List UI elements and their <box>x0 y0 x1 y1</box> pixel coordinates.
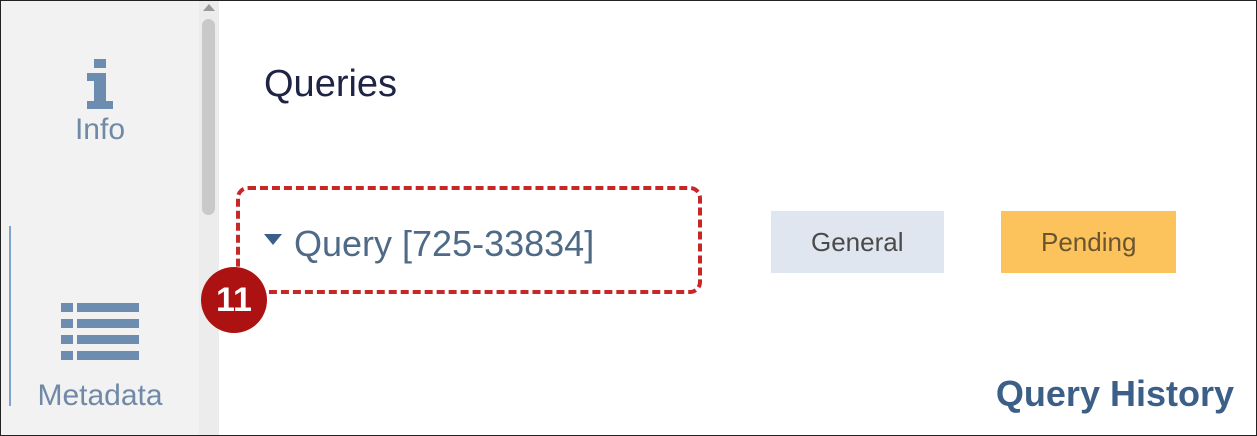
sidebar-item-label: Info <box>74 113 126 146</box>
caret-down-icon <box>264 233 282 245</box>
list-icon <box>1 303 199 361</box>
sidebar-scrollbar[interactable] <box>199 1 219 435</box>
query-history-heading: Query History <box>995 373 1234 414</box>
status-badge: Pending <box>1001 211 1177 273</box>
query-label: Query [725-33834] <box>294 223 595 264</box>
sidebar-item-info[interactable]: Info <box>1 59 199 147</box>
scrollbar-thumb[interactable] <box>202 19 215 215</box>
page-title: Queries <box>264 63 398 105</box>
annotation-number-badge: 11 <box>201 267 267 333</box>
sidebar-item-label: Metadata <box>37 379 163 412</box>
app-frame: Info Metadata Queries Query [725-33834] … <box>0 0 1257 436</box>
info-icon <box>1 59 199 113</box>
query-expand-toggle[interactable]: Query [725-33834] <box>264 219 594 269</box>
sidebar-item-metadata[interactable]: Metadata <box>1 303 199 413</box>
scroll-up-arrow-icon[interactable] <box>203 4 215 11</box>
main-panel: Queries Query [725-33834] General Pendin… <box>219 1 1256 435</box>
category-tag: General <box>771 211 944 273</box>
sidebar: Info Metadata <box>1 1 199 435</box>
